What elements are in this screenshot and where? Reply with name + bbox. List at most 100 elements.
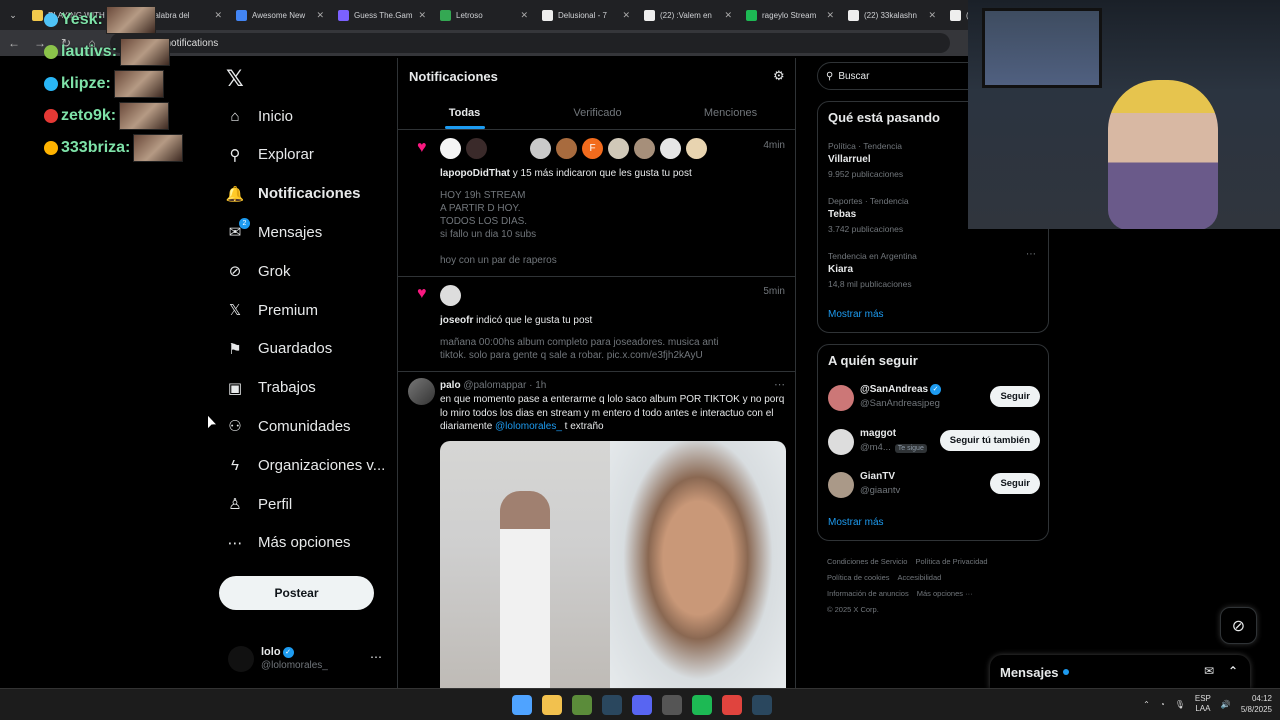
emote-image [113,70,164,98]
trend-item[interactable]: Tendencia en Argentina Kiara 14,8 mil publ… [828,249,1040,289]
follow-suggestion[interactable]: maggot @m4... Te sigue Seguir tú también [828,427,1040,459]
avatar[interactable] [828,472,854,498]
post-image[interactable] [440,441,786,688]
nav-item-communities[interactable]: ⚇ Comunidades [226,411,350,441]
avatar[interactable] [828,385,854,411]
close-icon[interactable]: ✕ [214,10,222,21]
follow-button[interactable]: Seguir [990,473,1040,494]
close-icon[interactable]: ✕ [724,10,732,21]
browser-tab[interactable]: Delusional - 7 ✕ [536,2,636,28]
browser-tab[interactable]: (22) 33kalashn ✕ [842,2,942,28]
address-bar[interactable]: x.com/notifications [110,33,950,53]
more-icon[interactable]: ⋯ [1026,249,1036,260]
back-icon[interactable]: ← [6,36,22,50]
new-message-icon[interactable]: ✉ [1204,664,1214,678]
browser-tab[interactable]: Awesome New ✕ [230,2,330,28]
nav-item-bookmarks[interactable]: ⚑ Guardados [226,334,332,364]
footer-link[interactable]: Información de anuncios [827,589,909,598]
follow-suggestion[interactable]: GianTV @giaantv Seguir [828,470,1040,502]
user-name[interactable]: lapopoDidThat [440,168,510,179]
avatar[interactable]: F [582,138,603,159]
grok-icon[interactable]: ⊘ [1220,607,1257,644]
taskbar-app-icon[interactable] [752,695,772,715]
tab-menciones[interactable]: Menciones [664,96,795,129]
nav-item-premium[interactable]: 𝕏 Premium [226,295,318,325]
avatar[interactable] [408,378,435,405]
nav-item-profile[interactable]: ♙ Perfil [226,489,292,519]
footer-link[interactable]: Accesibilidad [898,573,942,582]
tab-todas[interactable]: Todas [398,96,531,129]
nav-item-messages[interactable]: ✉ 2 Mensajes [226,217,322,247]
close-icon[interactable]: ✕ [520,10,528,21]
avatar[interactable] [556,138,577,159]
taskbar-app-icon[interactable] [692,695,712,715]
taskbar-app-icon[interactable] [662,695,682,715]
x-logo-icon[interactable]: 𝕏 [226,66,244,92]
nav-item-more-options[interactable]: ⋯ Más opciones [226,528,351,558]
browser-tab[interactable]: (22) :Valem en ✕ [638,2,738,28]
taskbar-app-icon[interactable] [632,695,652,715]
messages-drawer[interactable]: Mensajes ✉ ⌃ [990,655,1250,689]
avatar[interactable] [530,138,551,159]
close-icon[interactable]: ✕ [316,10,324,21]
avatar[interactable] [440,138,461,159]
mention-post[interactable]: palo @palomappar · 1h ⋯ en que momento p… [398,372,795,688]
search-input[interactable]: ⚲ Buscar [817,62,987,90]
tab-verificado[interactable]: Verificado [531,96,664,129]
taskbar-app-icon[interactable] [722,695,742,715]
nav-item-grok[interactable]: ⊘ Grok [226,256,291,286]
follow-button[interactable]: Seguir tú también [939,429,1040,451]
nav-item-organizations[interactable]: ϟ Organizaciones v... [226,450,385,480]
browser-tab[interactable]: Guess The.Gam ✕ [332,2,432,28]
avatar[interactable] [686,138,707,159]
nav-item-jobs[interactable]: ▣ Trabajos [226,373,316,403]
account-switcher[interactable]: lolo ✓ @lolomorales_ ⋯ [228,642,388,682]
nav-item-notifications[interactable]: 🔔 Notificaciones [226,179,361,209]
mention-link[interactable]: @lolomorales_ [495,421,562,432]
more-icon[interactable]: ⋯ [370,650,382,664]
close-icon[interactable]: ✕ [418,10,426,21]
nav-item-home[interactable]: ⌂ Inicio [226,101,293,131]
close-icon[interactable]: ✕ [928,10,936,21]
footer-link[interactable]: Política de cookies [827,573,890,582]
taskbar-app-icon[interactable] [512,695,532,715]
language-indicator[interactable]: ESP LAA [1195,694,1211,714]
browser-tab[interactable]: rageylo Stream ✕ [740,2,840,28]
tray-expand-icon[interactable]: ⌃ [1143,700,1150,709]
show-more-link[interactable]: Mostrar más [828,309,884,320]
nav-item-explore[interactable]: ⚲ Explorar [226,140,314,170]
avatar[interactable] [660,138,681,159]
taskbar: ⌃ ◔ 🎙 ESP LAA 🔊 04:12 5/8/2025 [0,688,1280,720]
show-more-link[interactable]: Mostrar más [828,517,884,528]
close-icon[interactable]: ✕ [826,10,834,21]
avatar[interactable] [828,428,854,455]
close-icon[interactable]: ✕ [622,10,630,21]
browser-tab[interactable]: Letroso ✕ [434,2,534,28]
taskbar-app-icon[interactable] [572,695,592,715]
avatar[interactable] [440,285,461,306]
avatar[interactable] [608,138,629,159]
follow-suggestion[interactable]: @SanAndreas ✓ @SanAndreasjpeg Seguir [828,383,1040,415]
tab-search-icon[interactable]: ⌄ [0,2,26,28]
gear-icon[interactable]: ⚙ [773,68,785,84]
post-button[interactable]: Postear [219,576,374,610]
more-icon[interactable]: ⋯ [774,378,785,391]
like-notification[interactable]: ♥ 5min joseofr indicó que le gusta tu po… [398,277,795,372]
expand-icon[interactable]: ⌃ [1228,664,1238,678]
footer-link[interactable]: Política de Privacidad [915,557,987,566]
footer-link[interactable]: Más opciones ··· [917,589,973,598]
mic-icon[interactable]: 🎙 [1175,700,1185,709]
taskbar-app-icon[interactable] [602,695,622,715]
follow-button[interactable]: Seguir [990,386,1040,407]
like-notification[interactable]: ♥ F 4min lapopoDidThat y 15 más indicaro… [398,130,795,277]
avatar[interactable] [634,138,655,159]
post-image-right [610,441,786,688]
wifi-icon[interactable]: ◔ [1160,700,1165,709]
taskbar-app-icon[interactable] [542,695,562,715]
clock[interactable]: 04:12 5/8/2025 [1241,693,1272,715]
user-name[interactable]: joseofr [440,315,473,326]
volume-icon[interactable]: 🔊 [1221,700,1231,709]
footer-link[interactable]: Condiciones de Servicio [827,557,907,566]
avatar[interactable] [466,138,487,159]
author-name[interactable]: palo [440,380,461,391]
